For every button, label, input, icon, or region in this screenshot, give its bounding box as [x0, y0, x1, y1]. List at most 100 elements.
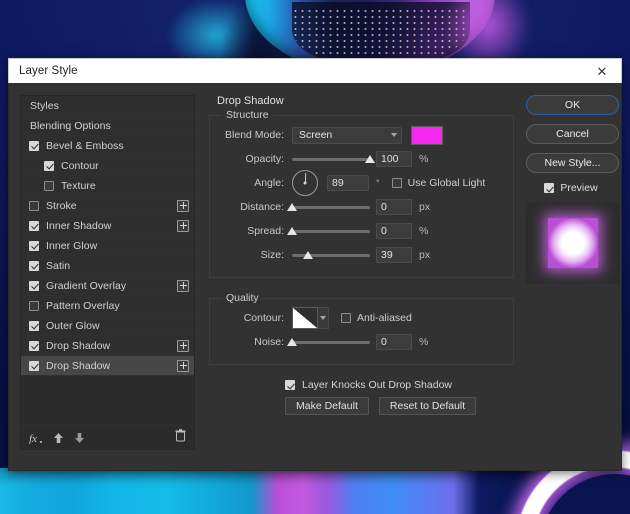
opacity-row: Opacity: 100 %: [218, 148, 505, 170]
add-effect-icon[interactable]: [177, 219, 189, 232]
contour-swatch[interactable]: [292, 307, 318, 329]
cancel-button[interactable]: Cancel: [526, 124, 619, 144]
blend-mode-select[interactable]: Screen: [292, 126, 402, 144]
sidebar-item-label: Gradient Overlay: [46, 279, 127, 292]
layer-knockout-checkbox[interactable]: [285, 380, 295, 390]
size-row: Size: 39 px: [218, 244, 505, 266]
noise-slider-knob[interactable]: [287, 338, 297, 346]
sidebar-item-satin[interactable]: Satin: [21, 256, 194, 276]
effect-enable-checkbox[interactable]: [29, 300, 39, 311]
sidebar-item-styles[interactable]: Styles: [21, 96, 194, 116]
arrow-down-icon[interactable]: [74, 432, 85, 444]
sidebar-item-label: Stroke: [46, 199, 77, 212]
sidebar-item-bevel-emboss[interactable]: Bevel & Emboss: [21, 136, 194, 156]
sidebar-item-pattern-overlay[interactable]: Pattern Overlay: [21, 296, 194, 316]
new-style-button[interactable]: New Style...: [526, 153, 619, 173]
add-effect-icon[interactable]: [177, 279, 189, 292]
ok-button[interactable]: OK: [526, 95, 619, 115]
anti-aliased-row[interactable]: Anti-aliased: [341, 312, 412, 324]
use-global-light-label: Use Global Light: [407, 177, 486, 189]
opacity-input[interactable]: 100: [376, 151, 412, 167]
anti-aliased-label: Anti-aliased: [357, 312, 412, 324]
sidebar-item-drop-shadow[interactable]: Drop Shadow: [21, 356, 194, 376]
sidebar-item-blending-options[interactable]: Blending Options: [21, 116, 194, 136]
fx-icon[interactable]: fx: [29, 432, 43, 444]
use-global-light-row[interactable]: Use Global Light: [391, 177, 486, 189]
noise-row: Noise: 0 %: [218, 331, 505, 353]
preview-glow-shape: [547, 218, 598, 268]
sidebar-item-stroke[interactable]: Stroke: [21, 196, 194, 216]
spread-label: Spread:: [247, 225, 284, 237]
dialog-body: Styles Blending Options Bevel & Emboss Cont…: [8, 83, 622, 471]
size-input[interactable]: 39: [376, 247, 412, 263]
effect-enable-checkbox[interactable]: [44, 180, 54, 191]
sidebar-item-label: Outer Glow: [46, 319, 100, 332]
sidebar-item-texture[interactable]: Texture: [21, 176, 194, 196]
contour-dropdown-button[interactable]: [318, 307, 329, 329]
sidebar-item-label: Bevel & Emboss: [46, 139, 124, 152]
distance-slider[interactable]: [287, 199, 370, 215]
angle-input[interactable]: 89: [327, 175, 369, 191]
use-global-light-checkbox[interactable]: [391, 178, 402, 188]
effect-enable-checkbox[interactable]: [29, 240, 39, 251]
sidebar-item-inner-shadow[interactable]: Inner Shadow: [21, 216, 194, 236]
size-slider[interactable]: [292, 247, 370, 263]
spread-slider-track: [292, 230, 370, 233]
add-effect-icon[interactable]: [177, 359, 189, 372]
preview-checkbox[interactable]: [544, 183, 555, 193]
dialog-title: Layer Style: [19, 65, 78, 77]
effect-enable-checkbox[interactable]: [29, 280, 39, 291]
spread-unit: %: [419, 225, 429, 237]
distance-slider-track: [292, 206, 370, 209]
sidebar-item-gradient-overlay[interactable]: Gradient Overlay: [21, 276, 194, 296]
close-icon[interactable]: ✕: [583, 59, 621, 83]
add-effect-icon[interactable]: [177, 339, 189, 352]
sidebar-empty-space: [21, 376, 194, 425]
preview-label: Preview: [560, 182, 598, 194]
distance-slider-knob[interactable]: [287, 203, 297, 211]
structure-legend: Structure: [226, 109, 269, 121]
effect-enable-checkbox[interactable]: [29, 320, 39, 331]
effect-enable-checkbox[interactable]: [29, 140, 39, 151]
noise-input[interactable]: 0: [376, 334, 412, 350]
arrow-up-icon[interactable]: [53, 432, 64, 444]
layer-knockout-row[interactable]: Layer Knocks Out Drop Shadow: [285, 379, 514, 391]
angle-dial[interactable]: [292, 170, 318, 196]
sidebar-item-label: Blending Options: [30, 119, 111, 132]
preview-toggle-row[interactable]: Preview: [526, 182, 616, 194]
sidebar-item-outer-glow[interactable]: Outer Glow: [21, 316, 194, 336]
effect-enable-checkbox[interactable]: [29, 260, 39, 271]
spread-slider-knob[interactable]: [287, 227, 297, 235]
noise-label: Noise:: [254, 336, 284, 348]
distance-input[interactable]: 0: [376, 199, 412, 215]
effect-enable-checkbox[interactable]: [44, 160, 54, 171]
opacity-slider[interactable]: [292, 151, 375, 167]
noise-slider[interactable]: [287, 334, 370, 350]
sidebar-item-label: Drop Shadow: [46, 339, 111, 352]
dialog-titlebar[interactable]: Layer Style ✕: [8, 58, 622, 83]
contour-label: Contour:: [243, 312, 284, 324]
contour-row: Contour: Anti-aliased: [218, 307, 505, 329]
spread-slider[interactable]: [287, 223, 370, 239]
effect-enable-checkbox[interactable]: [29, 360, 39, 371]
make-default-button[interactable]: Make Default: [285, 397, 369, 415]
sidebar-item-label: Styles: [30, 99, 59, 112]
opacity-slider-knob[interactable]: [365, 155, 375, 163]
anti-aliased-checkbox[interactable]: [341, 313, 351, 323]
sidebar-item-label: Pattern Overlay: [46, 299, 120, 312]
add-effect-icon[interactable]: [177, 199, 189, 212]
reset-to-default-button[interactable]: Reset to Default: [378, 397, 477, 415]
opacity-slider-track: [292, 158, 370, 161]
effect-enable-checkbox[interactable]: [29, 200, 39, 211]
shadow-color-swatch[interactable]: [411, 125, 443, 145]
effect-enable-checkbox[interactable]: [29, 220, 39, 231]
size-unit: px: [419, 249, 431, 261]
size-slider-knob[interactable]: [302, 251, 313, 259]
spread-input[interactable]: 0: [376, 223, 412, 239]
blend-mode-label: Blend Mode:: [225, 129, 284, 141]
sidebar-item-inner-glow[interactable]: Inner Glow: [21, 236, 194, 256]
sidebar-item-contour[interactable]: Contour: [21, 156, 194, 176]
effect-enable-checkbox[interactable]: [29, 340, 39, 351]
trash-icon[interactable]: [175, 428, 186, 447]
sidebar-item-drop-shadow[interactable]: Drop Shadow: [21, 336, 194, 356]
